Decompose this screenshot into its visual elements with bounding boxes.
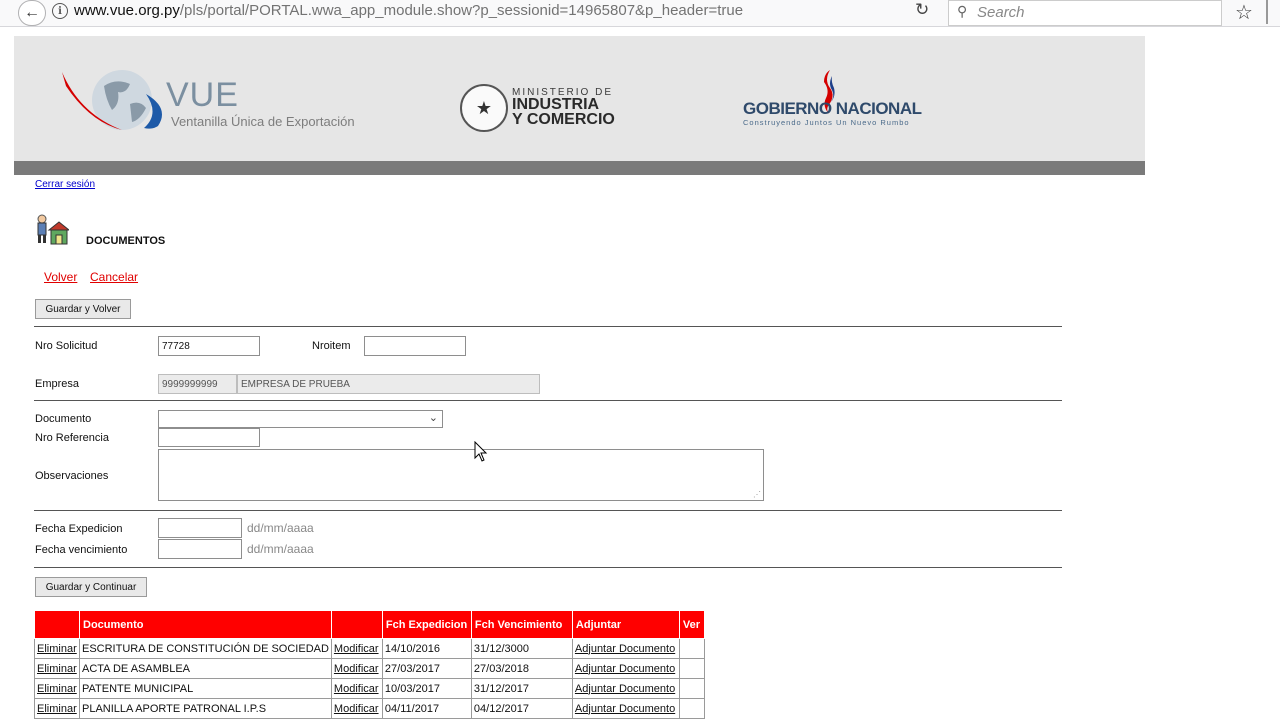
vue-subtitle: Ventanilla Única de Exportación — [171, 114, 355, 129]
search-placeholder: Search — [977, 4, 1025, 21]
nro-solicitud-field[interactable]: 77728 — [158, 336, 260, 356]
section-divider — [34, 567, 1062, 568]
issue-date: 27/03/2017 — [381, 658, 472, 679]
government-subtitle: Construyendo Juntos Un Nuevo Rumbo — [743, 118, 910, 127]
documents-person-icon — [37, 214, 69, 245]
table-header-row: Documento Fch Expedicion Fch Vencimiento… — [34, 610, 705, 639]
column-header: Ver — [678, 610, 705, 639]
expiry-date: 27/03/2018 — [470, 658, 573, 679]
resize-handle-icon[interactable]: ⋰ — [753, 490, 761, 499]
modify-link[interactable]: Modificar — [334, 663, 379, 675]
nro-solicitud-label: Nro Solicitud — [35, 340, 98, 352]
delete-link[interactable]: Eliminar — [37, 683, 77, 695]
attach-document-link[interactable]: Adjuntar Documento — [575, 663, 675, 675]
search-input[interactable]: ⚲ Search — [948, 0, 1222, 26]
back-arrow-icon[interactable]: ← — [18, 0, 46, 26]
attach-document-link[interactable]: Adjuntar Documento — [575, 703, 675, 715]
attach-document-link[interactable]: Adjuntar Documento — [575, 683, 675, 695]
view-cell[interactable] — [678, 658, 705, 679]
view-cell[interactable] — [678, 698, 705, 719]
modify-link[interactable]: Modificar — [334, 683, 379, 695]
fecha-expedicion-label: Fecha Expedicion — [35, 523, 123, 535]
ministry-line2: Y COMERCIO — [512, 111, 615, 128]
modify-link[interactable]: Modificar — [334, 643, 379, 655]
observaciones-label: Observaciones — [35, 470, 109, 482]
section-divider — [34, 400, 1062, 401]
delete-link[interactable]: Eliminar — [37, 643, 77, 655]
reload-icon[interactable]: ↻ — [915, 0, 929, 20]
address-bar[interactable]: www.vue.org.py/pls/portal/PORTAL.wwa_app… — [74, 2, 743, 19]
empresa-label: Empresa — [35, 378, 80, 390]
fecha-vencimiento-label: Fecha vencimiento — [35, 544, 128, 556]
banner-divider — [14, 161, 1145, 175]
expiry-date: 31/12/3000 — [470, 638, 573, 659]
nroitem-field[interactable] — [364, 336, 466, 356]
vue-title: VUE — [166, 76, 239, 114]
ministry-seal-icon: ★ — [460, 84, 508, 132]
nroitem-label: Nroitem — [312, 340, 351, 352]
document-name: ACTA DE ASAMBLEA — [79, 658, 332, 679]
view-cell[interactable] — [678, 638, 705, 659]
empresa-code-field: 9999999999 — [158, 374, 237, 394]
government-title: GOBIERNO NACIONAL — [743, 99, 922, 118]
mouse-cursor-icon — [474, 441, 488, 462]
documento-label: Documento — [35, 413, 92, 425]
info-icon[interactable]: i — [52, 3, 68, 19]
fecha-expedicion-field[interactable] — [158, 518, 242, 538]
issue-date: 04/11/2017 — [381, 698, 472, 719]
table-row: Eliminar PLANILLA APORTE PATRONAL I.P.S … — [34, 698, 705, 719]
url-host: www.vue.org.py — [74, 2, 180, 19]
column-header: Adjuntar — [571, 610, 680, 639]
table-row: Eliminar ESCRITURA DE CONSTITUCIÓN DE SO… — [34, 638, 705, 659]
vue-globe-logo — [62, 70, 162, 130]
logout-link[interactable]: Cerrar sesión — [35, 179, 95, 190]
table-row: Eliminar PATENTE MUNICIPAL Modificar 10/… — [34, 678, 705, 699]
column-header: Fch Expedicion — [381, 610, 472, 639]
document-name: ESCRITURA DE CONSTITUCIÓN DE SOCIEDAD — [79, 638, 332, 659]
url-path: /pls/portal/PORTAL.wwa_app_module.show?p… — [179, 2, 744, 19]
expiry-date: 04/12/2017 — [470, 698, 573, 719]
attach-document-link[interactable]: Adjuntar Documento — [575, 643, 675, 655]
issue-date: 14/10/2016 — [381, 638, 472, 659]
search-icon: ⚲ — [957, 3, 968, 19]
nro-referencia-field[interactable] — [158, 428, 260, 447]
observaciones-textarea[interactable]: ⋰ — [158, 449, 764, 501]
nro-referencia-label: Nro Referencia — [35, 432, 109, 444]
toolbar-overflow-handle[interactable] — [1266, 0, 1272, 24]
modify-link[interactable]: Modificar — [334, 703, 379, 715]
documento-select[interactable]: ⌄ — [158, 410, 443, 428]
page-title: DOCUMENTOS — [86, 235, 166, 247]
cancel-link[interactable]: Cancelar — [90, 270, 138, 284]
column-header: Documento — [79, 610, 332, 639]
delete-link[interactable]: Eliminar — [37, 703, 77, 715]
document-name: PLANILLA APORTE PATRONAL I.P.S — [79, 698, 332, 719]
save-and-continue-button[interactable]: Guardar y Continuar — [35, 577, 147, 597]
expiry-date: 31/12/2017 — [470, 678, 573, 699]
browser-toolbar: ← i www.vue.org.py/pls/portal/PORTAL.wwa… — [0, 0, 1280, 27]
column-header: Fch Vencimiento — [470, 610, 573, 639]
site-banner: VUE Ventanilla Única de Exportación ★ MI… — [14, 36, 1145, 161]
back-link[interactable]: Volver — [44, 270, 77, 284]
save-and-back-button[interactable]: Guardar y Volver — [35, 299, 131, 319]
document-name: PATENTE MUNICIPAL — [79, 678, 332, 699]
delete-link[interactable]: Eliminar — [37, 663, 77, 675]
column-header — [330, 610, 383, 639]
empresa-name-field: EMPRESA DE PRUEBA — [237, 374, 540, 394]
chevron-down-icon: ⌄ — [428, 412, 438, 424]
fecha-vencimiento-field[interactable] — [158, 539, 242, 559]
date-format-hint: dd/mm/aaaa — [247, 521, 314, 535]
section-divider — [34, 510, 1062, 511]
issue-date: 10/03/2017 — [381, 678, 472, 699]
section-divider — [34, 326, 1062, 327]
table-row: Eliminar ACTA DE ASAMBLEA Modificar 27/0… — [34, 658, 705, 679]
column-header — [34, 610, 80, 639]
bookmark-star-icon[interactable]: ☆ — [1235, 0, 1253, 25]
documents-table: Documento Fch Expedicion Fch Vencimiento… — [34, 610, 705, 719]
date-format-hint: dd/mm/aaaa — [247, 542, 314, 556]
view-cell[interactable] — [678, 678, 705, 699]
